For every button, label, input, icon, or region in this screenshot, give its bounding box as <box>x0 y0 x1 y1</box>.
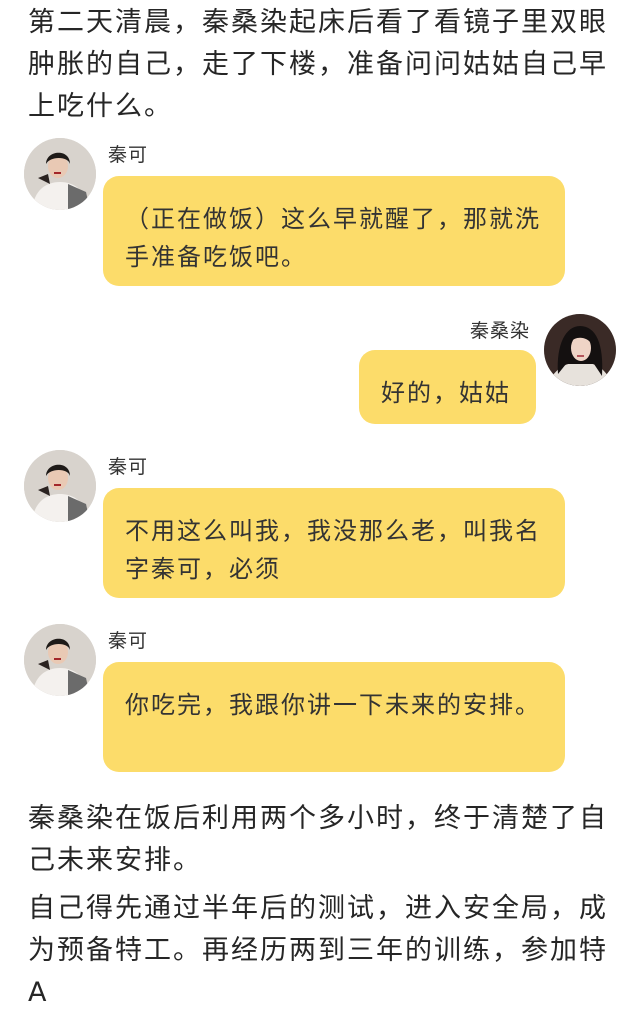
narration-paragraph: 自己得先通过半年后的测试，进入安全局，成为预备特工。再经历两到三年的训练，参加特… <box>28 893 608 1008</box>
avatar[interactable] <box>24 624 96 696</box>
avatar[interactable] <box>544 314 616 386</box>
sender-name: 秦可 <box>108 144 149 166</box>
avatar[interactable] <box>24 138 96 210</box>
message-bubble: 不用这么叫我，我没那么老，叫我名字秦可，必须 <box>103 488 565 598</box>
avatar[interactable] <box>24 450 96 522</box>
sender-name: 秦可 <box>108 456 149 478</box>
narration-paragraph: 秦桑染在饭后利用两个多小时，终于清楚了自己未来安排。 <box>28 803 608 876</box>
narration-paragraph: 第二天清晨，秦桑染起床后看了看镜子里双眼肿胀的自己，走了下楼，准备问问姑姑自己早… <box>28 7 608 122</box>
message-bubble: 好的，姑姑 <box>359 350 536 424</box>
message-bubble: 你吃完，我跟你讲一下未来的安排。 <box>103 662 565 772</box>
message-bubble: （正在做饭）这么早就醒了，那就洗手准备吃饭吧。 <box>103 176 565 286</box>
sender-name: 秦桑染 <box>470 320 531 342</box>
sender-name: 秦可 <box>108 630 149 652</box>
